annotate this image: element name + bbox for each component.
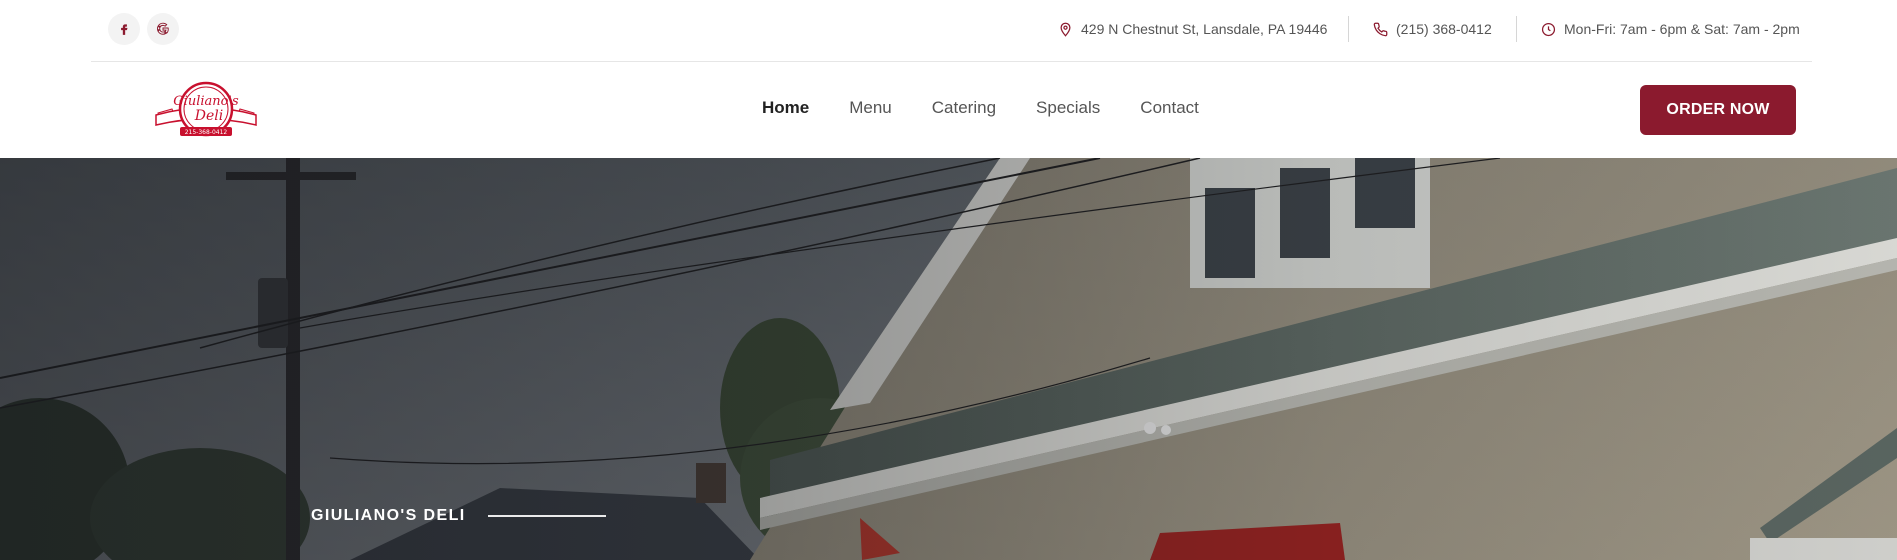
divider [1516, 16, 1517, 42]
logo-phone: 215-368-0412 [185, 129, 228, 136]
hero-kicker-line [487, 515, 606, 517]
logo-text-line1: Giuliano's [173, 94, 239, 109]
hours-text: Mon-Fri: 7am - 6pm & Sat: 7am - 2pm [1564, 21, 1800, 37]
hero-overlay [0, 158, 1897, 560]
site-header: Giuliano's Deli 215-368-0412 Home Menu C… [0, 62, 1897, 158]
divider [1348, 16, 1349, 42]
facebook-link[interactable] [108, 13, 140, 45]
nav-menu[interactable]: Menu [849, 96, 892, 120]
clock-icon [1541, 22, 1556, 36]
site-logo[interactable]: Giuliano's Deli 215-368-0412 [154, 79, 258, 141]
logo-image: Giuliano's Deli 215-368-0412 [154, 79, 258, 141]
facebook-icon [121, 24, 128, 35]
hero-section: GIULIANO'S DELI [0, 158, 1897, 560]
phone-text: (215) 368-0412 [1396, 21, 1492, 37]
hero-kicker-text: GIULIANO'S DELI [311, 507, 466, 524]
nav-specials[interactable]: Specials [1036, 96, 1100, 120]
phone-info[interactable]: (215) 368-0412 [1373, 19, 1492, 39]
logo-text-line2: Deli [194, 108, 223, 124]
hero-kicker: GIULIANO'S DELI [311, 507, 606, 525]
google-link[interactable] [147, 13, 179, 45]
nav-catering[interactable]: Catering [932, 96, 996, 120]
nav-contact[interactable]: Contact [1140, 96, 1199, 120]
top-info-bar: 429 N Chestnut St, Lansdale, PA 19446 (2… [0, 0, 1897, 62]
address-text: 429 N Chestnut St, Lansdale, PA 19446 [1081, 21, 1328, 37]
phone-icon [1373, 22, 1388, 36]
nav-home[interactable]: Home [762, 96, 809, 120]
order-now-button[interactable]: ORDER NOW [1640, 85, 1796, 135]
google-icon [156, 22, 169, 35]
location-pin-icon [1060, 22, 1071, 37]
address-info: 429 N Chestnut St, Lansdale, PA 19446 [1058, 19, 1327, 39]
main-nav: Home Menu Catering Specials Contact [762, 96, 1239, 120]
hours-info: Mon-Fri: 7am - 6pm & Sat: 7am - 2pm [1541, 19, 1800, 39]
top-info-bar-inner: 429 N Chestnut St, Lansdale, PA 19446 (2… [91, 0, 1812, 62]
